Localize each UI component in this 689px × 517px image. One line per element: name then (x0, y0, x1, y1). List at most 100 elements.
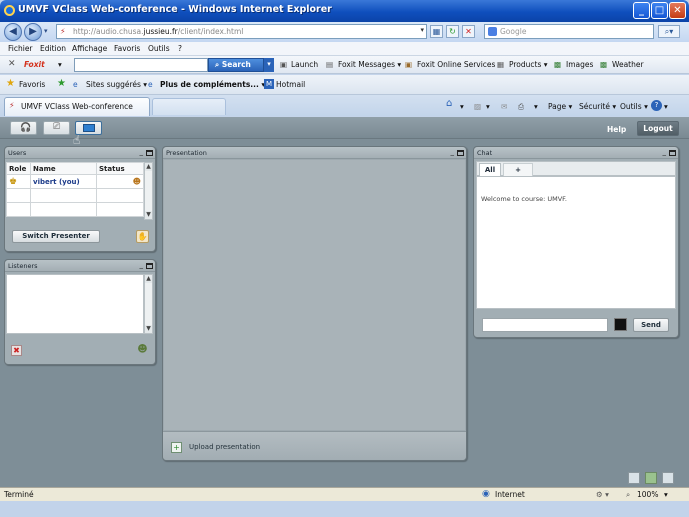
scroll-up-icon[interactable]: ▲ (145, 163, 152, 171)
toolbar-close-icon[interactable]: ✕ (8, 59, 16, 69)
user-name: vibert (you) (30, 174, 97, 189)
users-scrollbar[interactable]: ▲ ▼ (144, 162, 153, 220)
menu-affichage[interactable]: Affichage (72, 44, 107, 53)
upload-presentation-link[interactable]: Upload presentation (189, 443, 260, 451)
kick-user-icon[interactable]: ✖ (11, 345, 22, 356)
headset-button[interactable]: 🎧 (10, 121, 37, 135)
chat-send-button[interactable]: Send (633, 318, 669, 332)
chat-input[interactable] (482, 318, 608, 332)
help-icon[interactable]: ? (651, 100, 662, 111)
tab-vclass[interactable]: ⚡ UMVF VClass Web-conference (4, 97, 150, 116)
switch-presenter-button[interactable]: Switch Presenter (12, 230, 100, 243)
listeners-maximize-button[interactable] (146, 263, 153, 269)
sites-suggeres-link[interactable]: Sites suggérés ▾ (86, 80, 147, 89)
users-minimize-button[interactable]: _ (140, 148, 144, 156)
close-button[interactable]: ✕ (669, 2, 686, 19)
weather-button[interactable]: Weather (612, 60, 644, 69)
scroll-up-icon[interactable]: ▲ (145, 275, 152, 283)
chat-maximize-button[interactable] (669, 150, 676, 156)
presentation-maximize-button[interactable] (457, 150, 464, 156)
menu-edition[interactable]: Edition (40, 44, 66, 53)
help-link[interactable]: Help (607, 125, 626, 134)
presenter-role-icon: ♚ (9, 176, 18, 187)
refresh-icon[interactable]: ↻ (446, 25, 459, 38)
listeners-scrollbar[interactable]: ▲ ▼ (144, 274, 153, 334)
users-col-name[interactable]: Name (30, 162, 97, 175)
tools-menu[interactable]: Outils ▾ (620, 102, 648, 111)
users-maximize-button[interactable] (146, 150, 153, 156)
help-dropdown-icon[interactable]: ▾ (664, 102, 668, 111)
new-tab-button[interactable] (152, 98, 226, 115)
chat-tab-add[interactable]: + (503, 163, 533, 176)
feeds-dropdown-icon[interactable]: ▾ (486, 102, 490, 111)
favorites-button[interactable]: Favoris (19, 80, 45, 89)
maximize-button[interactable]: □ (651, 2, 668, 19)
layout-alt-icon[interactable] (645, 472, 657, 484)
search-field[interactable]: Google (484, 24, 654, 39)
presentation-area[interactable] (164, 160, 465, 430)
launch-button[interactable]: Launch (291, 60, 318, 69)
headset-icon: 🎧 (20, 123, 32, 133)
webcam-button[interactable]: ⎚ (43, 121, 70, 135)
print-dropdown-icon[interactable]: ▾ (534, 102, 538, 111)
plus-complements-link[interactable]: Plus de compléments... ▾ (160, 80, 265, 89)
home-icon[interactable]: ⌂ (446, 98, 452, 109)
upload-icon[interactable]: + (171, 442, 182, 453)
scroll-down-icon[interactable]: ▼ (145, 325, 152, 333)
listeners-minimize-button[interactable]: _ (140, 261, 144, 269)
compatibility-view-icon[interactable]: ▦ (430, 25, 443, 38)
add-favorite-icon[interactable]: ★ (57, 78, 66, 89)
page-menu[interactable]: Page ▾ (548, 102, 572, 111)
layout-icon[interactable] (628, 472, 640, 484)
foxit-search-dropdown[interactable]: ▾ (264, 58, 274, 72)
foxit-search-button[interactable]: ⌕ Search (208, 58, 264, 72)
stop-icon[interactable]: ✕ (462, 25, 475, 38)
chat-messages[interactable]: Welcome to course: UMVF. (476, 176, 676, 309)
raise-hand-icon[interactable]: ✋ (136, 230, 149, 243)
history-dropdown-icon[interactable]: ▾ (44, 27, 48, 35)
user-settings-icon[interactable]: ☻ (136, 344, 149, 357)
chat-color-picker[interactable] (614, 318, 627, 331)
monitor-icon (83, 124, 95, 132)
address-dropdown-icon[interactable]: ▾ (420, 26, 424, 34)
hotmail-link[interactable]: Hotmail (276, 80, 305, 89)
google-logo-icon (488, 27, 497, 36)
images-button[interactable]: Images (566, 60, 593, 69)
logout-button[interactable]: Logout (637, 121, 679, 136)
minimize-button[interactable]: _ (633, 2, 650, 19)
mail-icon[interactable]: ✉ (501, 102, 507, 111)
home-dropdown-icon[interactable]: ▾ (460, 102, 464, 111)
security-menu[interactable]: Sécurité ▾ (579, 102, 616, 111)
zoom-dropdown-icon[interactable]: ▾ (664, 490, 668, 499)
foxit-dropdown-icon[interactable]: ▾ (58, 60, 62, 69)
address-field[interactable]: ⚡ http://audio.chusa.jussieu.fr/client/i… (56, 24, 427, 39)
scroll-down-icon[interactable]: ▼ (145, 211, 152, 219)
menu-help[interactable]: ? (178, 44, 182, 53)
foxit-online-services-button[interactable]: Foxit Online Services (417, 60, 495, 69)
fullscreen-icon[interactable] (662, 472, 674, 484)
foxit-logo[interactable]: Foxit (24, 60, 45, 69)
users-col-role[interactable]: Role (6, 162, 31, 175)
search-go-icon[interactable]: ⌕▾ (658, 25, 680, 38)
sites-icon: e (73, 80, 78, 89)
menu-fichier[interactable]: Fichier (8, 44, 33, 53)
listeners-list[interactable] (6, 274, 144, 334)
forward-button[interactable]: ▶ (24, 23, 42, 41)
products-button[interactable]: Products ▾ (509, 60, 548, 69)
table-row (6, 202, 144, 217)
chat-tab-all[interactable]: All (479, 163, 501, 176)
table-row[interactable]: ♚ vibert (you) ☻ (6, 174, 144, 189)
foxit-messages-button[interactable]: Foxit Messages ▾ (338, 60, 401, 69)
protected-mode-icon[interactable]: ⚙ ▾ (596, 490, 609, 499)
tab-title: UMVF VClass Web-conference (21, 102, 133, 111)
foxit-search-input[interactable] (74, 58, 208, 72)
print-icon[interactable]: ⎙ (518, 102, 524, 112)
menu-favoris[interactable]: Favoris (114, 44, 140, 53)
chat-minimize-button[interactable]: _ (663, 148, 667, 156)
back-button[interactable]: ◀ (4, 23, 22, 41)
feeds-icon[interactable]: ▨ (474, 102, 481, 111)
zoom-level[interactable]: 100% (637, 490, 658, 499)
users-col-status[interactable]: Status (96, 162, 144, 175)
menu-outils[interactable]: Outils (148, 44, 170, 53)
presentation-minimize-button[interactable]: _ (451, 148, 455, 156)
